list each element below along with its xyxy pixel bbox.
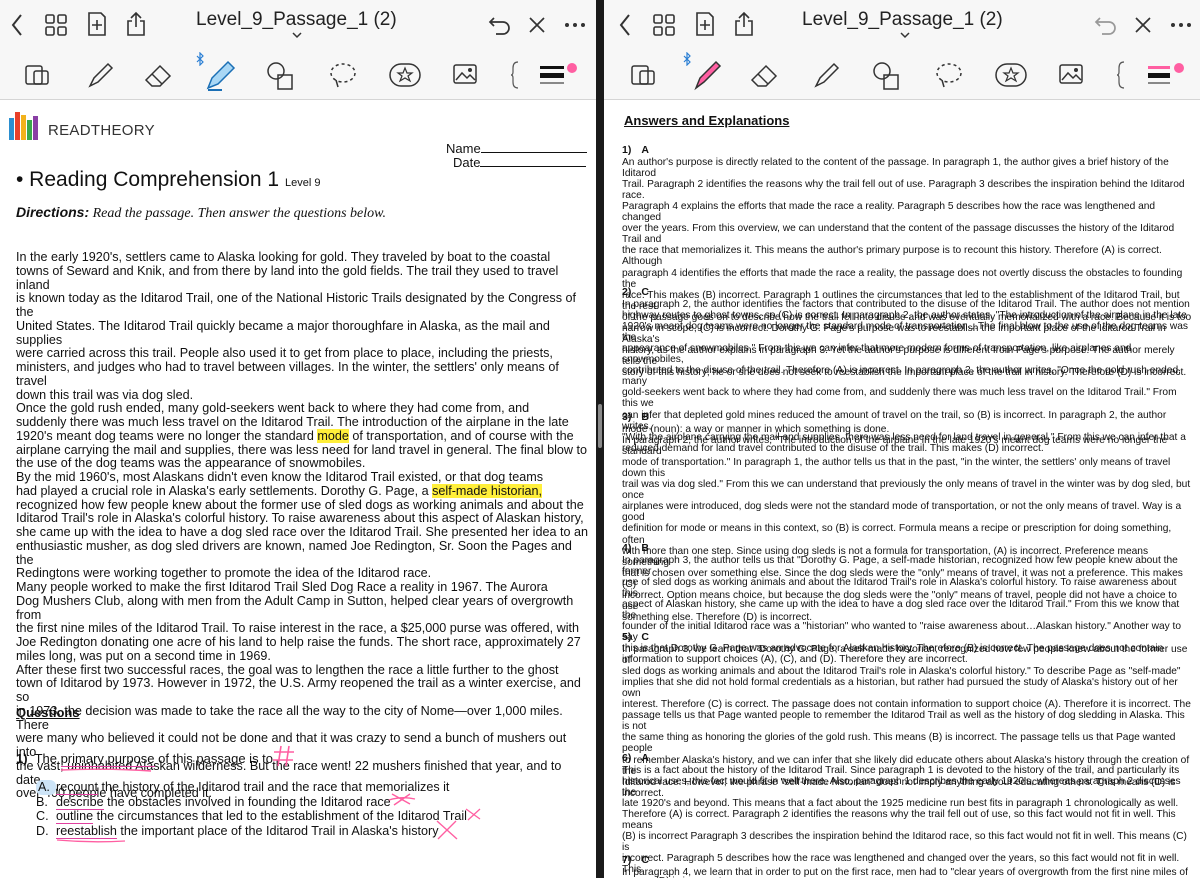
undo-icon[interactable] xyxy=(1094,14,1118,36)
answer-number: 4) B xyxy=(622,542,649,554)
right-top-bar: Level_9_Passage_1 (2) xyxy=(604,0,1200,50)
add-page-icon[interactable] xyxy=(84,11,108,37)
stroke-color-selector-icon[interactable] xyxy=(538,62,580,90)
name-label: Name xyxy=(446,141,481,156)
answer-letter: C xyxy=(641,286,649,298)
paragraph-3-end: recognized how few people knew about the… xyxy=(16,497,588,581)
questions-heading: Questions xyxy=(16,705,80,720)
handwritten-hash-mark-icon xyxy=(273,745,294,767)
shapes-tool-icon[interactable] xyxy=(870,60,902,92)
stroke-color-selector-icon[interactable] xyxy=(1146,62,1188,90)
shapes-tool-icon[interactable] xyxy=(264,60,296,92)
level-label: Level 9 xyxy=(285,177,321,189)
readtheory-logo-icon xyxy=(9,112,38,140)
sticker-tool-icon[interactable] xyxy=(388,61,422,89)
document-title[interactable]: Level_9_Passage_1 (2) xyxy=(802,9,1003,31)
question-1: 1) The primary purpose of this passage i… xyxy=(16,751,274,767)
back-chevron-icon[interactable] xyxy=(618,13,632,37)
answer-letter: B xyxy=(641,411,649,423)
answer-letter: B xyxy=(641,542,649,554)
back-chevron-icon[interactable] xyxy=(10,13,24,37)
choice-d[interactable]: D. reestablish the important place of the… xyxy=(36,823,467,839)
add-page-icon[interactable] xyxy=(692,11,716,37)
answer-number: 2) C xyxy=(622,286,649,298)
title-dropdown-chevron-icon[interactable] xyxy=(292,31,302,39)
handwritten-cross-mark-c xyxy=(465,808,481,821)
text-tool-icon[interactable] xyxy=(1116,60,1128,90)
share-icon[interactable] xyxy=(732,11,756,37)
left-top-bar: Level_9_Passage_1 (2) xyxy=(0,0,596,50)
more-options-icon[interactable] xyxy=(564,22,586,28)
reading-mode-icon[interactable] xyxy=(630,63,656,87)
split-view-handle[interactable] xyxy=(598,404,602,448)
redo-icon[interactable] xyxy=(526,14,548,36)
answer-number: 6) A xyxy=(622,752,649,764)
answer-explanation: In paragraph 4, we learn that in order t… xyxy=(622,867,1188,878)
undo-icon[interactable] xyxy=(488,14,512,36)
answer-number: 3) B xyxy=(622,411,649,423)
choice-a-letter: A. xyxy=(36,780,56,795)
redo-icon[interactable] xyxy=(1132,14,1154,36)
directions: Directions: Read the passage. Then answe… xyxy=(16,204,386,221)
lasso-tool-icon[interactable] xyxy=(934,60,964,90)
answer-letter: C xyxy=(641,631,649,643)
highlighter-tool-icon[interactable] xyxy=(810,60,842,90)
answers-heading: Answers and Explanations xyxy=(624,113,790,128)
name-field[interactable]: Name xyxy=(446,141,587,156)
handwritten-cross-mark-d xyxy=(436,820,458,840)
choice-c[interactable]: C. outline the circumstances that led to … xyxy=(36,809,467,824)
highlighter-tool-icon[interactable] xyxy=(202,56,238,92)
grid-view-icon[interactable] xyxy=(44,13,68,37)
annotated-phrase: primary purpose xyxy=(60,751,155,767)
reading-passage: In the early 1920's, settlers came to Al… xyxy=(16,250,588,801)
answer-number: 1) A xyxy=(622,144,649,156)
left-pane: Level_9_Passage_1 (2) READTHEORY Name Da… xyxy=(0,0,596,878)
paragraph-1: In the early 1920's, settlers came to Al… xyxy=(16,250,577,402)
share-icon[interactable] xyxy=(124,11,148,37)
title-dropdown-chevron-icon[interactable] xyxy=(900,31,910,39)
answer-choices: A. recount the history of the Iditarod tr… xyxy=(36,780,467,839)
left-tool-bar xyxy=(0,50,596,100)
grid-view-icon[interactable] xyxy=(652,13,676,37)
image-tool-icon[interactable] xyxy=(1058,62,1084,86)
document-title[interactable]: Level_9_Passage_1 (2) xyxy=(196,9,397,31)
sticker-tool-icon[interactable] xyxy=(994,61,1028,89)
more-options-icon[interactable] xyxy=(1170,22,1192,28)
text-tool-icon[interactable] xyxy=(510,60,522,90)
split-view-divider[interactable] xyxy=(596,0,604,878)
handwritten-underline-mark xyxy=(60,768,152,772)
answer-letter: C xyxy=(641,854,649,866)
eraser-tool-icon[interactable] xyxy=(142,60,174,90)
eraser-tool-icon[interactable] xyxy=(748,60,780,90)
pen-tool-icon[interactable] xyxy=(86,60,116,90)
handwritten-underline-mark-d xyxy=(56,839,126,843)
date-field[interactable]: Date xyxy=(453,155,587,170)
highlighted-phrase-self-made-historian[interactable]: self-made historian, xyxy=(432,483,543,498)
answers-page: Answers and Explanations 1) A An author's … xyxy=(604,101,1200,878)
worksheet-page: READTHEORY Name Date • Reading Comprehen… xyxy=(0,101,596,878)
highlighted-word-mode[interactable]: mode xyxy=(317,428,349,443)
right-pane: Level_9_Passage_1 (2) Answers and Explan… xyxy=(604,0,1200,878)
answer-number: 5) C xyxy=(622,631,649,643)
answer-letter: A xyxy=(641,144,649,156)
image-tool-icon[interactable] xyxy=(452,62,478,86)
reading-mode-icon[interactable] xyxy=(24,63,50,87)
answer-letter: A xyxy=(641,752,649,764)
worksheet-title: • Reading Comprehension 1 Level 9 xyxy=(16,168,321,191)
answer-number: 7) C xyxy=(622,854,649,866)
date-label: Date xyxy=(453,155,481,170)
right-tool-bar xyxy=(604,50,1200,100)
paragraph-4: Many people worked to make the first Idi… xyxy=(16,580,581,663)
brand-name: READTHEORY xyxy=(48,122,155,139)
answer-7: 7) C In paragraph 4, we learn that in orde… xyxy=(622,854,1194,878)
lasso-tool-icon[interactable] xyxy=(328,60,358,90)
handwritten-cross-mark-b xyxy=(388,793,416,806)
pen-tool-icon[interactable] xyxy=(690,56,724,92)
